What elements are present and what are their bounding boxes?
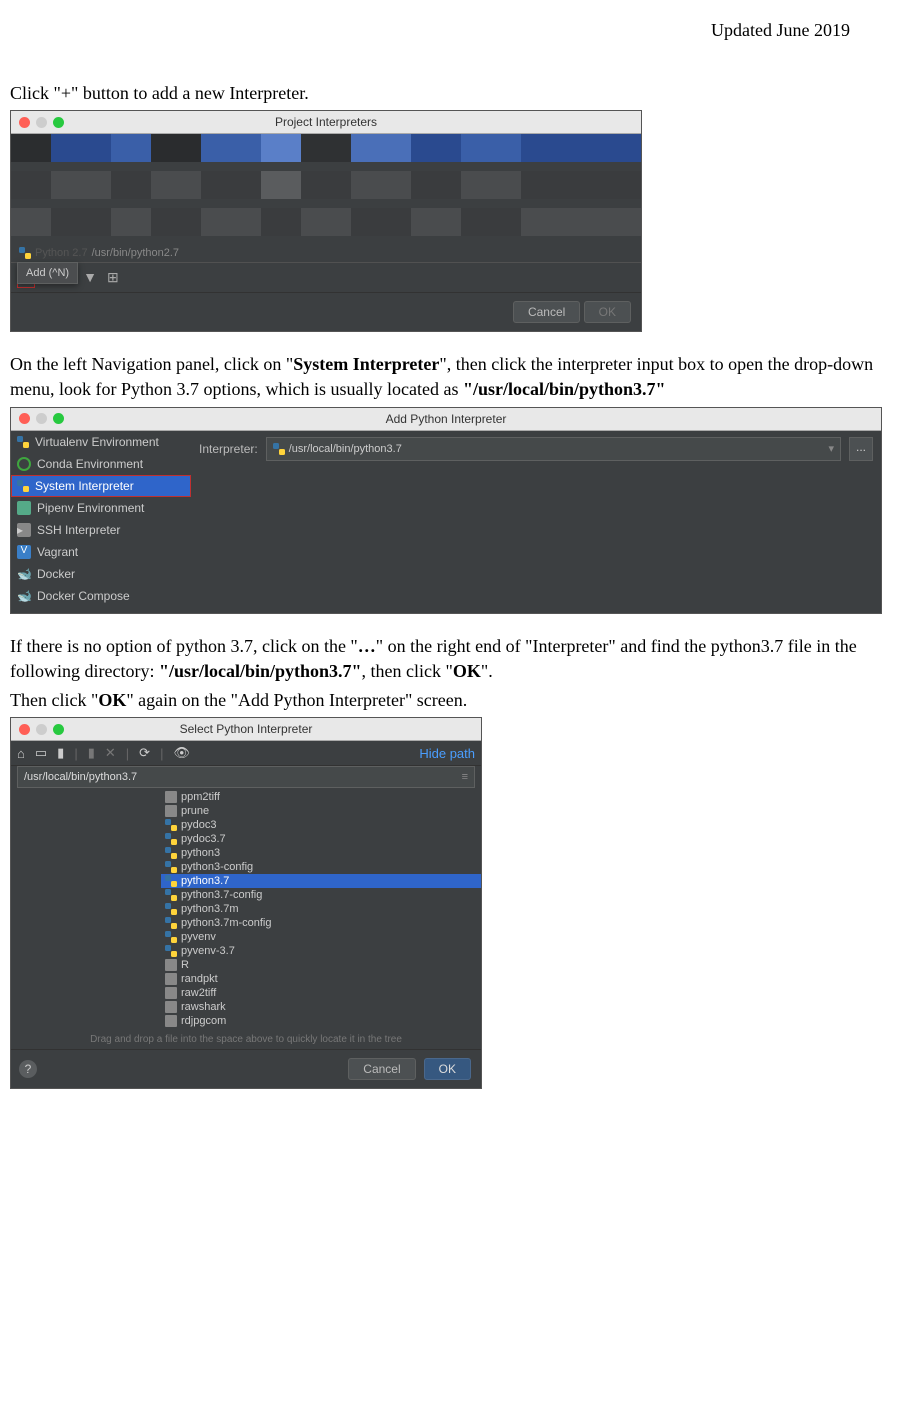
file-item[interactable]: R (161, 958, 481, 972)
delete-icon[interactable]: ✕ (105, 745, 116, 761)
nav-conda[interactable]: Conda Environment (11, 453, 191, 475)
help-button[interactable]: ? (19, 1060, 37, 1078)
home-icon[interactable]: ⌂ (17, 746, 25, 761)
python-icon (17, 436, 29, 448)
window-title: Add Python Interpreter (11, 412, 881, 426)
cancel-button[interactable]: Cancel (513, 301, 580, 323)
python-icon (17, 480, 29, 492)
interpreter-dropdown[interactable]: /usr/local/bin/python3.7 ▾ (266, 437, 841, 461)
browse-button[interactable]: ... (849, 437, 873, 461)
show-hidden-icon[interactable]: 👁 (173, 745, 190, 761)
docker-icon: 🐋 (17, 567, 31, 581)
file-item[interactable]: pyvenv (161, 930, 481, 944)
file-item[interactable]: rawshark (161, 1000, 481, 1014)
file-item[interactable]: randpkt (161, 972, 481, 986)
file-tree[interactable]: ppm2tiffprunepydoc3pydoc3.7python3python… (11, 788, 481, 1030)
drag-drop-hint: Drag and drop a file into the space abov… (11, 1030, 481, 1049)
desktop-icon[interactable]: ▭ (35, 745, 47, 761)
file-item[interactable]: pydoc3.7 (161, 832, 481, 846)
vagrant-icon: V (17, 545, 31, 559)
pipenv-icon (17, 501, 31, 515)
interpreter-label: Interpreter: (199, 442, 258, 456)
new-folder-icon[interactable]: ▮ (88, 745, 95, 761)
file-item[interactable]: python3.7-config (161, 888, 481, 902)
hide-path-link[interactable]: Hide path (419, 746, 475, 761)
nav-ssh[interactable]: ▸SSH Interpreter (11, 519, 191, 541)
titlebar: Add Python Interpreter (11, 408, 881, 431)
chevron-down-icon: ▾ (828, 442, 834, 455)
path-input[interactable]: /usr/local/bin/python3.7 ≡ (17, 766, 475, 788)
file-item[interactable]: python3-config (161, 860, 481, 874)
python-icon (273, 443, 285, 455)
instruction-3: If there is no option of python 3.7, cli… (10, 634, 890, 684)
nav-docker[interactable]: 🐋Docker (11, 563, 191, 585)
nav-virtualenv[interactable]: Virtualenv Environment (11, 431, 191, 453)
conda-icon (17, 457, 31, 471)
file-item[interactable]: python3 (161, 846, 481, 860)
filter-button[interactable]: ▼ (83, 269, 97, 286)
file-item[interactable]: rdjpgcom (161, 1014, 481, 1028)
nav-pipenv[interactable]: Pipenv Environment (11, 497, 191, 519)
ssh-icon: ▸ (17, 523, 31, 537)
window-title: Project Interpreters (11, 115, 641, 129)
show-paths-button[interactable]: ⊞ (107, 269, 119, 286)
docker-compose-icon: 🐋 (17, 589, 31, 603)
project-icon[interactable]: ▮ (57, 745, 64, 761)
instruction-4: Then click "OK" again on the "Add Python… (10, 688, 890, 713)
page-header-date: Updated June 2019 (10, 20, 890, 41)
file-item[interactable]: python3.7m-config (161, 916, 481, 930)
window-title: Select Python Interpreter (11, 722, 481, 736)
python-icon (19, 247, 31, 259)
titlebar: Project Interpreters (11, 111, 641, 134)
history-icon[interactable]: ≡ (462, 771, 468, 783)
add-tooltip: Add (^N) (17, 262, 78, 284)
project-interpreters-dialog: Project Interpreters Python 2.7 /usr/bin… (10, 110, 642, 332)
titlebar: Select Python Interpreter (11, 718, 481, 741)
ok-button[interactable]: OK (424, 1058, 471, 1080)
nav-docker-compose[interactable]: 🐋Docker Compose (11, 585, 191, 607)
file-item[interactable]: python3.7m (161, 902, 481, 916)
select-interpreter-dialog: Select Python Interpreter ⌂ ▭ ▮ | ▮ ✕ | … (10, 717, 482, 1089)
file-item[interactable]: prune (161, 804, 481, 818)
cancel-button[interactable]: Cancel (348, 1058, 415, 1080)
file-item[interactable]: raw2tiff (161, 986, 481, 1000)
python-row[interactable]: Python 2.7 /usr/bin/python2.7 (11, 244, 641, 262)
instruction-2: On the left Navigation panel, click on "… (10, 352, 890, 402)
nav-system-interpreter[interactable]: System Interpreter (11, 475, 191, 497)
refresh-icon[interactable]: ⟳ (139, 745, 150, 761)
add-interpreter-dialog: Add Python Interpreter Virtualenv Enviro… (10, 407, 882, 614)
interpreter-type-nav: Virtualenv Environment Conda Environment… (11, 431, 191, 607)
nav-vagrant[interactable]: VVagrant (11, 541, 191, 563)
file-item[interactable]: ppm2tiff (161, 790, 481, 804)
file-item[interactable]: pydoc3 (161, 818, 481, 832)
blurred-content (11, 134, 641, 244)
ok-button[interactable]: OK (584, 301, 631, 323)
interpreter-toolbar: + − ✎ ▼ ⊞ (11, 262, 641, 292)
file-item[interactable]: pyvenv-3.7 (161, 944, 481, 958)
file-item[interactable]: python3.7 (161, 874, 481, 888)
instruction-1: Click "+" button to add a new Interprete… (10, 81, 890, 106)
